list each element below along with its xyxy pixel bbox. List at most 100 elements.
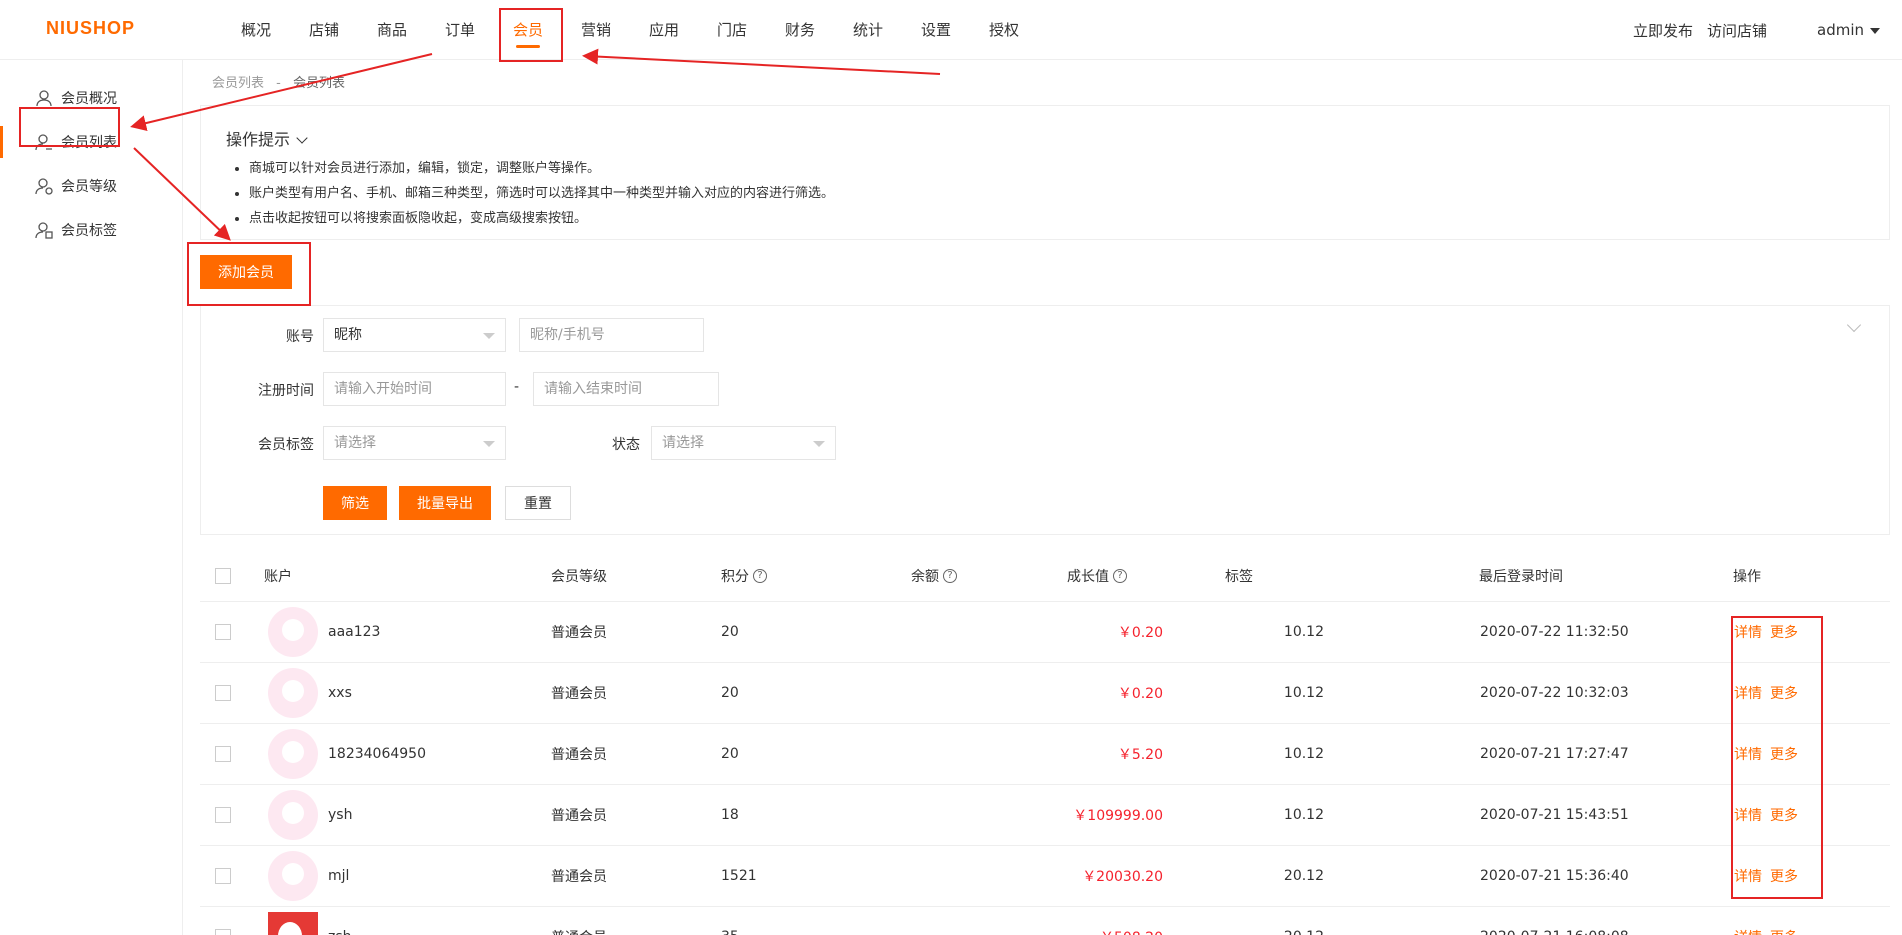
niushop-logo[interactable]: NIUSHOP (46, 18, 135, 39)
col-tag: 标签 (1225, 568, 1253, 585)
cell-level: 普通会员 (551, 869, 607, 885)
batch-export-button[interactable]: 批量导出 (399, 486, 491, 520)
nav-finance[interactable]: 财务 (766, 0, 834, 60)
dropdown-arrow-icon (813, 441, 825, 447)
sidebar-item-overview[interactable]: 会员概况 (0, 76, 182, 120)
nav-apps[interactable]: 应用 (630, 0, 698, 60)
nav-goods[interactable]: 商品 (358, 0, 426, 60)
nav-orders[interactable]: 订单 (426, 0, 494, 60)
breadcrumb-parent[interactable]: 会员列表 (212, 76, 264, 91)
tips-list: 商城可以针对会员进行添加，编辑，锁定，调整账户等操作。 账户类型有用户名、手机、… (234, 156, 834, 231)
cell-level: 普通会员 (551, 686, 607, 702)
more-link[interactable]: 更多 (1770, 866, 1798, 886)
nav-stats[interactable]: 统计 (834, 0, 902, 60)
row-checkbox[interactable] (215, 868, 231, 884)
nav-overview[interactable]: 概况 (222, 0, 290, 60)
user-list-icon (35, 134, 52, 151)
tip-item: 账户类型有用户名、手机、邮箱三种类型，筛选时可以选择其中一种类型并输入对应的内容… (234, 181, 834, 206)
cell-last-login: 2020-07-22 11:32:50 (1480, 624, 1629, 640)
help-icon[interactable]: ? (1113, 568, 1127, 583)
account-search-input[interactable]: 昵称/手机号 (519, 318, 704, 352)
detail-link[interactable]: 详情 (1734, 866, 1762, 886)
chevron-down-icon (296, 132, 308, 144)
detail-link[interactable]: 详情 (1734, 622, 1762, 642)
more-link[interactable]: 更多 (1770, 744, 1798, 764)
more-link[interactable]: 更多 (1770, 683, 1798, 703)
cell-points: 20 (721, 746, 739, 762)
avatar (268, 851, 318, 901)
row-checkbox[interactable] (215, 685, 231, 701)
help-icon[interactable]: ? (753, 568, 767, 583)
table-header: 账户 会员等级 积分? 余额? 成长值? 标签 最后登录时间 操作 (200, 550, 1890, 602)
table-row: aaa123 普通会员 20 ￥0.20 10.12 2020-07-22 11:32:5… (200, 602, 1890, 663)
row-checkbox[interactable] (215, 746, 231, 762)
cell-last-login: 2020-07-21 15:36:40 (1480, 868, 1629, 884)
cell-balance: ￥508.20 (1100, 907, 1163, 935)
more-link[interactable]: 更多 (1770, 927, 1798, 935)
row-checkbox[interactable] (215, 807, 231, 823)
sidebar-item-label: 会员标签 (61, 223, 117, 239)
detail-link[interactable]: 详情 (1734, 744, 1762, 764)
nav-settings[interactable]: 设置 (902, 0, 970, 60)
cell-account: xxs (328, 685, 352, 701)
status-select[interactable]: 请选择 (651, 426, 836, 460)
row-checkbox[interactable] (215, 624, 231, 640)
more-link[interactable]: 更多 (1770, 622, 1798, 642)
detail-link[interactable]: 详情 (1734, 927, 1762, 935)
avatar (268, 729, 318, 779)
col-last-login: 最后登录时间 (1479, 568, 1563, 585)
cell-account: 18234064950 (328, 746, 426, 762)
member-table: 账户 会员等级 积分? 余额? 成长值? 标签 最后登录时间 操作 aaa123… (200, 550, 1890, 935)
member-tag-label: 会员标签 (258, 437, 314, 453)
cell-points: 20 (721, 685, 739, 701)
caret-down-icon (1870, 27, 1880, 34)
col-growth-label: 成长值 (1067, 568, 1109, 585)
nav-store[interactable]: 店铺 (290, 0, 358, 60)
cell-points: 20 (721, 624, 739, 640)
nav-shops[interactable]: 门店 (698, 0, 766, 60)
nav-members[interactable]: 会员 (494, 0, 562, 60)
cell-account: aaa123 (328, 624, 381, 640)
cell-level: 普通会员 (551, 907, 607, 935)
user-menu[interactable]: admin (1817, 21, 1880, 39)
nav-marketing[interactable]: 营销 (562, 0, 630, 60)
header-actions: 立即发布 访问店铺 admin (1619, 0, 1880, 60)
cell-growth: 10.12 (1283, 624, 1324, 640)
avatar (268, 607, 318, 657)
detail-link[interactable]: 详情 (1734, 805, 1762, 825)
more-link[interactable]: 更多 (1770, 805, 1798, 825)
help-icon[interactable]: ? (943, 568, 957, 583)
col-account: 账户 (264, 568, 292, 585)
account-type-select[interactable]: 昵称 (323, 318, 506, 352)
end-time-input[interactable]: 请输入结束时间 (533, 372, 719, 406)
cell-growth: 10.12 (1283, 807, 1324, 823)
row-checkbox[interactable] (215, 929, 231, 935)
username: admin (1817, 21, 1864, 39)
sidebar-item-member-tag[interactable]: 会员标签 (0, 208, 182, 252)
detail-link[interactable]: 详情 (1734, 683, 1762, 703)
start-time-input[interactable]: 请输入开始时间 (323, 372, 506, 406)
collapse-chevron-icon[interactable] (1846, 317, 1862, 333)
table-row: zsh 普通会员 35 ￥508.20 20.12 2020-07-21 16:08:08… (200, 907, 1890, 935)
sidebar-item-label: 会员列表 (61, 135, 117, 151)
add-member-button[interactable]: 添加会员 (200, 255, 292, 289)
cell-balance: ￥0.20 (1117, 625, 1163, 641)
filter-button[interactable]: 筛选 (323, 486, 387, 520)
publish-link[interactable]: 立即发布 (1633, 20, 1693, 41)
select-all-checkbox[interactable] (215, 567, 231, 584)
cell-balance: ￥20030.20 (1082, 869, 1163, 885)
main-nav: 概况 店铺 商品 订单 会员 营销 应用 门店 财务 统计 设置 授权 (222, 0, 1038, 60)
sidebar-item-member-list[interactable]: 会员列表 (0, 120, 182, 164)
nav-license[interactable]: 授权 (970, 0, 1038, 60)
col-balance: 余额? (911, 550, 957, 601)
visit-store-link[interactable]: 访问店铺 (1707, 20, 1767, 41)
reset-button[interactable]: 重置 (505, 486, 571, 520)
cell-growth: 20.12 (1283, 868, 1324, 884)
cell-points: 18 (721, 807, 739, 823)
col-level: 会员等级 (551, 568, 607, 585)
tips-toggle[interactable]: 操作提示 (226, 126, 308, 150)
member-tag-select[interactable]: 请选择 (323, 426, 506, 460)
search-panel: 账号 昵称 昵称/手机号 注册时间 请输入开始时间 - 请输入结束时间 会员标签… (200, 305, 1890, 535)
sidebar-item-member-level[interactable]: 会员等级 (0, 164, 182, 208)
cell-level: 普通会员 (551, 808, 607, 824)
